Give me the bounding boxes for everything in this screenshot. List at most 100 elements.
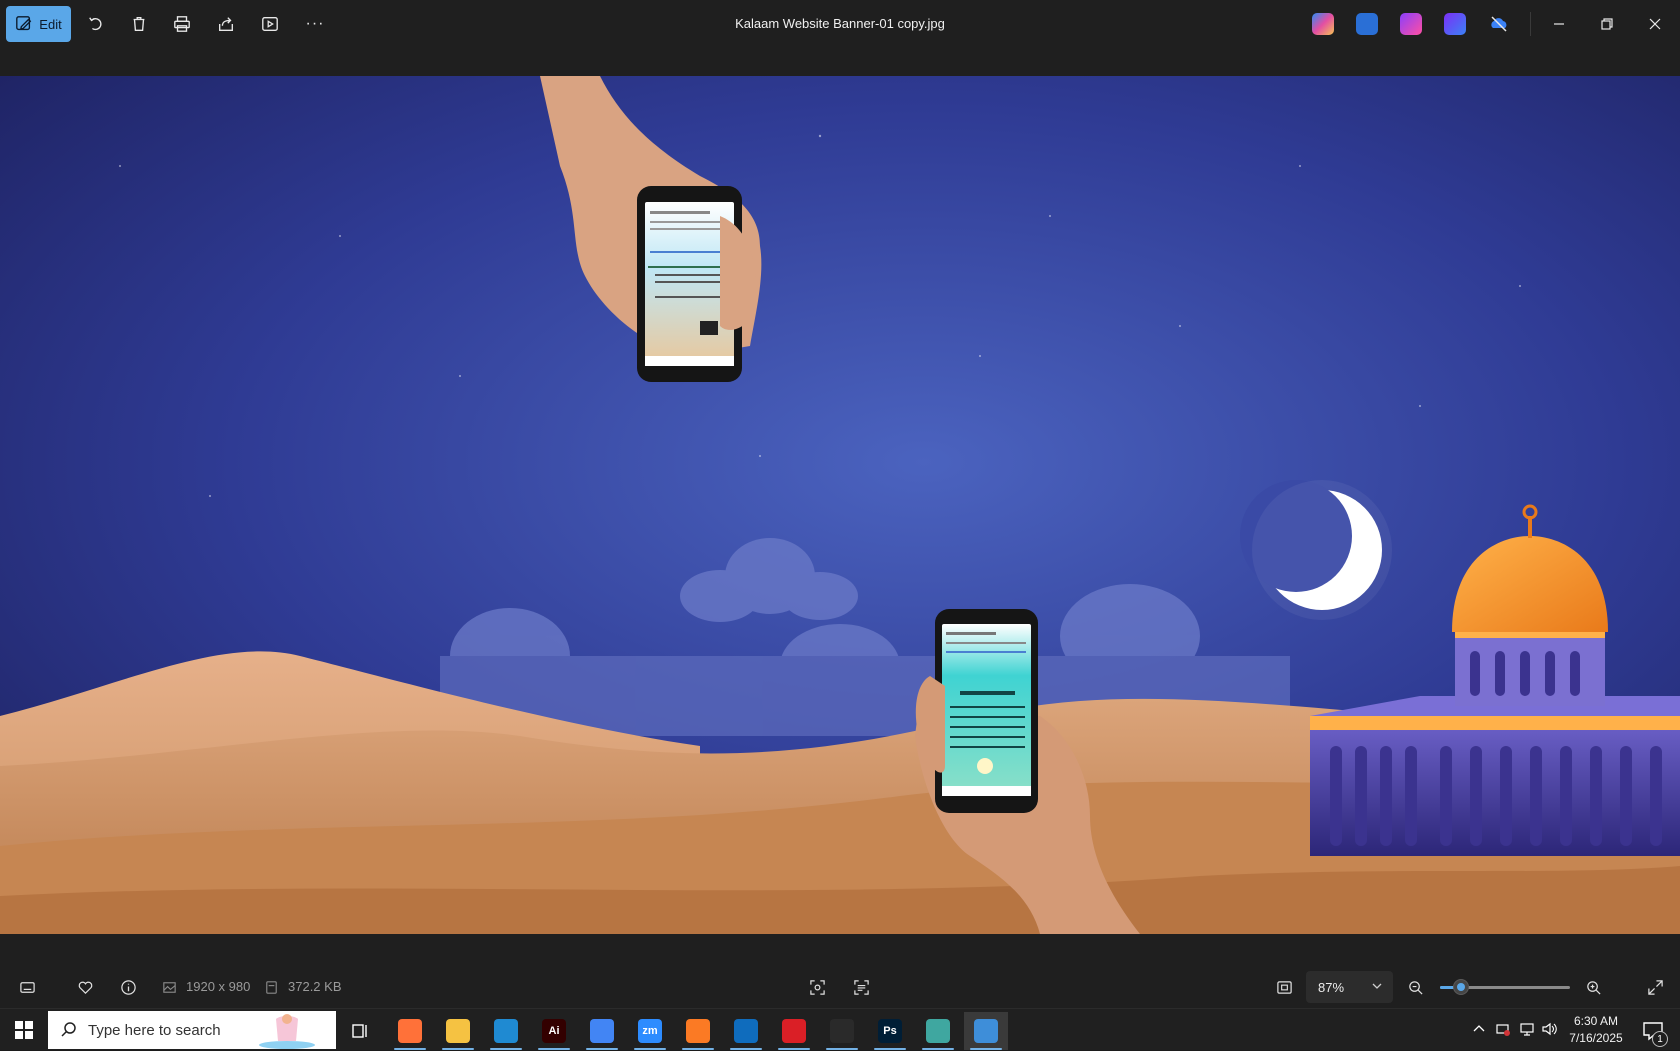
file-explorer-icon [446,1019,470,1043]
copilot-icon[interactable] [1312,13,1334,35]
chevron-down-icon [1372,983,1382,989]
taskbar-app-file-explorer[interactable] [436,1012,480,1050]
expand-icon [1647,979,1663,995]
taskbar-app-outlook[interactable] [724,1012,768,1050]
zoom-out-button[interactable] [1404,976,1426,998]
taskbar-clock[interactable]: 6:30 AM 7/16/2025 [1560,1013,1632,1047]
rotate-icon [89,17,102,31]
zoom-level-value: 87% [1318,979,1345,995]
favorite-button[interactable] [74,976,96,998]
trash-icon [133,17,145,31]
minimize-icon [1554,23,1564,25]
zoom-out-icon [1408,980,1423,995]
visual-search-button[interactable] [806,976,828,998]
visual-search-icon [809,979,825,995]
outlook-icon [734,1019,758,1043]
image-dimensions: 1920 x 980 [186,979,251,994]
zoom-slider-thumb[interactable] [1452,979,1469,995]
minimize-button[interactable] [1545,10,1573,38]
share-icon [219,17,233,31]
photos-icon [974,1019,998,1043]
restore-button[interactable] [1593,10,1621,38]
file-info-button[interactable] [117,976,139,998]
fit-window-icon [1276,980,1292,994]
taskbar-app-vs-code[interactable] [484,1012,528,1050]
taskbar-app-photos[interactable] [964,1012,1008,1050]
taskbar-app-photoshop[interactable]: Ps [868,1012,912,1050]
zoom-level-dropdown[interactable]: 87% [1306,971,1393,1003]
heart-icon [78,981,92,994]
filmstrip-icon [19,981,35,993]
rotate-button[interactable] [82,10,110,38]
clock-date: 7/16/2025 [1569,1031,1623,1045]
start-button[interactable] [0,1009,48,1051]
meet-now-tray-icon[interactable] [1494,1020,1512,1038]
window-title: Kalaam Website Banner-01 copy.jpg [735,16,945,31]
restore-icon [1601,18,1613,30]
more-options-button[interactable]: ··· [301,10,329,38]
dimensions-icon [158,976,180,998]
taskbar-app-creative-cloud[interactable] [772,1012,816,1050]
zoom-in-button[interactable] [1582,976,1604,998]
zoom-slider[interactable] [1440,979,1570,995]
slideshow-button[interactable] [256,10,284,38]
clipchamp-icon[interactable] [1400,13,1422,35]
taskbar-app-firefox[interactable] [388,1012,432,1050]
close-button[interactable] [1641,10,1669,38]
chrome-icon [590,1019,614,1043]
chevron-up-icon [1473,1025,1485,1032]
info-icon [120,979,136,995]
search-placeholder: Type here to search [88,1021,221,1039]
app-icon [926,1019,950,1043]
video-editor-icon[interactable] [1444,13,1466,35]
taskbar-app-pen-tool[interactable] [820,1012,864,1050]
scan-text-icon [853,979,869,995]
taskbar-app-zoom[interactable]: zm [628,1012,672,1050]
taskbar-app-chrome[interactable] [580,1012,624,1050]
top-toolbar: Edit ··· Kalaam Website Banner-01 copy.j… [0,0,1680,48]
full-screen-button[interactable] [1644,976,1666,998]
zoom-in-icon [1586,980,1601,995]
photoshop-icon: Ps [878,1019,902,1043]
zoom-icon: zm [638,1019,662,1043]
xampp-icon [686,1019,710,1043]
status-bar: 1920 x 980 372.2 KB 87% [0,966,1680,1008]
banner-image [0,76,1680,934]
firefox-icon [398,1019,422,1043]
vs-code-icon [494,1019,518,1043]
toolbar-divider [1530,12,1531,36]
taskbar-app-illustrator[interactable]: Ai [532,1012,576,1050]
clock-time: 6:30 AM [1573,1014,1619,1028]
edit-button[interactable]: Edit [6,6,71,42]
windows-logo-icon [15,1021,33,1039]
edit-label: Edit [39,16,62,32]
image-canvas[interactable] [0,76,1680,934]
delete-button[interactable] [125,10,153,38]
illustrator-icon: Ai [542,1019,566,1043]
search-icon [61,1022,76,1037]
close-icon [1649,18,1661,30]
taskbar-app-app[interactable] [916,1012,960,1050]
printer-icon [174,16,190,32]
taskbar-search-box[interactable]: Type here to search [48,1011,336,1049]
scan-text-button[interactable] [850,976,872,998]
edit-icon [16,16,32,31]
taskbar-app-xampp[interactable] [676,1012,720,1050]
task-view-button[interactable] [338,1012,382,1050]
onedrive-off-icon[interactable] [1488,13,1510,35]
search-highlight-illustration [259,1014,315,1049]
network-icon[interactable] [1518,1020,1536,1038]
show-hidden-icons-button[interactable] [1470,1020,1488,1038]
pen-tool-icon [830,1019,854,1043]
volume-icon[interactable] [1540,1020,1558,1038]
photos-app-window: Edit ··· Kalaam Website Banner-01 copy.j… [0,0,1680,1008]
filmstrip-toggle-button[interactable] [16,976,38,998]
share-button[interactable] [212,10,240,38]
file-size: 372.2 KB [288,979,342,994]
windows-taskbar: Type here to search Ai zm Ps 6:30 AM 7/16/… [0,1008,1680,1050]
print-button[interactable] [168,10,196,38]
fit-to-window-button[interactable] [1273,976,1295,998]
notification-badge: 1 [1652,1031,1668,1047]
task-view-icon [352,1024,367,1038]
designer-icon[interactable] [1356,13,1378,35]
